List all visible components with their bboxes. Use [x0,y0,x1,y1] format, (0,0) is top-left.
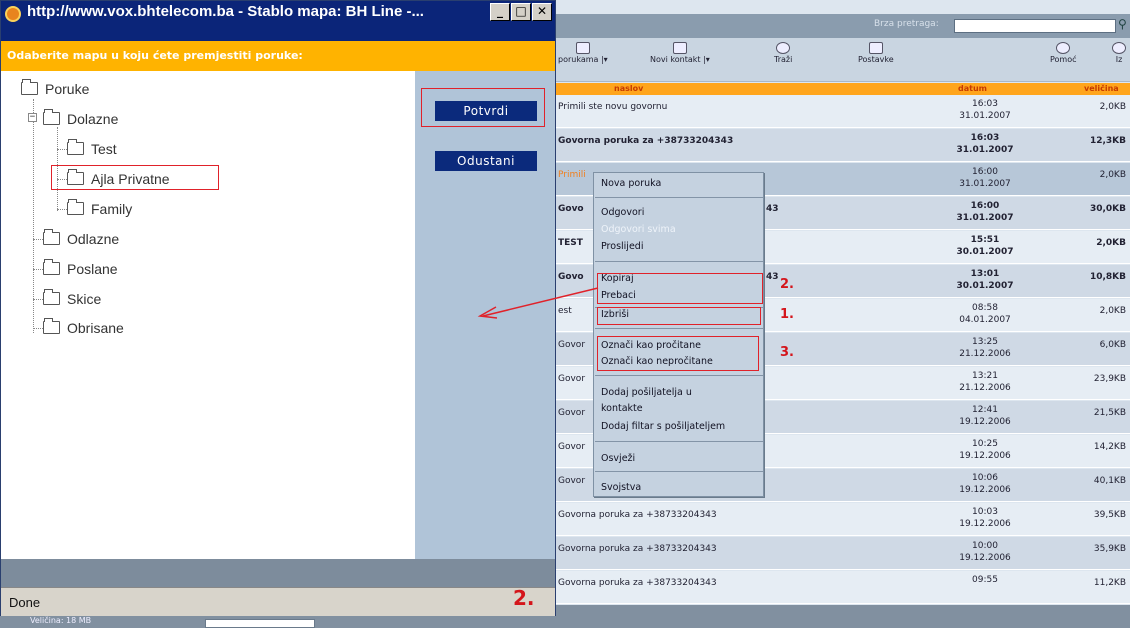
column-date[interactable]: datum [958,84,987,93]
table-row[interactable]: Govorna poruka za +38733204343 10:00 19.1… [556,537,1130,570]
settings-button[interactable]: Postavke [858,42,894,64]
column-size[interactable]: veličina [1084,84,1119,93]
app-footer [556,605,1130,628]
help-icon [1056,42,1071,54]
close-button[interactable]: ✕ [532,3,552,21]
menu-separator [595,375,763,376]
help-button[interactable]: Pomoć [1050,42,1077,64]
binoculars-icon [776,42,791,54]
highlight-mark [597,336,759,371]
tree-line [33,328,43,329]
instruction-bar: Odaberite mapu u koju ćete premjestiti p… [1,41,555,71]
contact-card-icon [672,42,687,54]
messages-icon [575,42,590,54]
tree-line [57,149,67,150]
storage-bar [205,619,315,628]
menu-item-forward[interactable]: Proslijedi [601,241,643,252]
maximize-button[interactable]: □ [511,3,531,21]
folder-icon [43,229,60,245]
search-button[interactable]: Traži [774,42,792,64]
menu-item-add-sender-line2[interactable]: kontakte [601,403,643,414]
annotation-number-1: 1. [780,307,794,322]
app-top-bar: Brza pretraga: ⚲ [556,14,1130,38]
menu-separator [595,197,763,198]
tree-line [33,99,34,333]
menu-separator [595,328,763,329]
tree-line [33,269,43,270]
context-menu: Nova poruka Odgovori Odgovori svima Pros… [593,172,764,497]
folder-icon [21,79,38,95]
menu-item-refresh[interactable]: Osvježi [601,453,635,464]
window-titlebar[interactable]: http://www.vox.bhtelecom.ba - Stablo map… [1,1,555,41]
folder-tree-popup: http://www.vox.bhtelecom.ba - Stablo map… [0,0,556,616]
search-input[interactable] [954,19,1116,33]
search-label: Brza pretraga: [874,19,939,29]
cancel-button[interactable]: Odustani [435,151,537,171]
new-contact-button[interactable]: Novi kontakt |▾ [650,42,710,64]
storage-size-text: Veličina: 18 MB [30,616,92,625]
folder-icon [67,139,84,155]
status-bar: Done 2. [1,586,555,616]
tree-line [33,239,43,240]
table-row[interactable]: Govorna poruka za +38733204343 09:55 11,… [556,571,1130,604]
tree-expander[interactable]: − [28,113,37,122]
table-row[interactable]: Govorna poruka za +38733204343 16:03 31.0… [556,129,1130,162]
table-row[interactable]: Govorna poruka za +38733204343 10:03 19.1… [556,503,1130,536]
annotation-number-2: 2. [513,586,535,610]
instruction-text: Odaberite mapu u koju ćete premjestiti p… [7,49,303,62]
highlight-confirm [421,88,545,127]
folder-icon [43,259,60,275]
annotation-number-3: 3. [780,345,794,360]
menu-item-properties[interactable]: Svojstva [601,482,641,493]
menu-item-reply[interactable]: Odgovori [601,207,644,218]
messages-menu-button[interactable]: porukama |▾ [558,42,608,64]
highlight-target-folder [51,165,219,190]
folder-icon [67,199,84,215]
message-list-header: naslov datum veličina [556,83,1130,95]
tree-line [33,299,43,300]
menu-item-new-message[interactable]: Nova poruka [601,178,661,189]
tools-icon [868,42,883,54]
logout-button[interactable]: Iz [1112,42,1126,64]
search-icon[interactable]: ⚲ [1118,17,1130,31]
folder-icon [43,289,60,305]
menu-item-add-sender[interactable]: Dodaj pošiljatelja u [601,387,692,398]
tree-line [57,209,67,210]
highlight-delete [597,307,761,325]
menu-separator [595,441,763,442]
menu-item-reply-all: Odgovori svima [601,224,676,235]
menu-separator [595,261,763,262]
button-pane [415,71,555,559]
status-text: Done [9,595,41,610]
app-footer-left: Veličina: 18 MB [0,616,556,628]
folder-tree [1,71,415,559]
folder-icon [43,318,60,334]
annotation-number-2: 2. [780,277,794,292]
column-subject[interactable]: naslov [614,84,643,93]
status-strip [1,559,555,587]
highlight-copy-move [597,273,763,304]
exit-icon [1112,42,1126,54]
minimize-button[interactable]: _ [490,3,510,21]
window-title: http://www.vox.bhtelecom.ba - Stablo map… [27,3,424,20]
app-toolbar: porukama |▾ Novi kontakt |▾ Traži Postav… [556,38,1130,82]
firefox-icon [5,6,21,22]
folder-open-icon [43,109,60,125]
menu-item-add-filter[interactable]: Dodaj filtar s pošiljateljem [601,421,725,432]
table-row[interactable]: Primili ste novu govornu 16:03 31.01.2007… [556,95,1130,128]
menu-separator [595,471,763,472]
